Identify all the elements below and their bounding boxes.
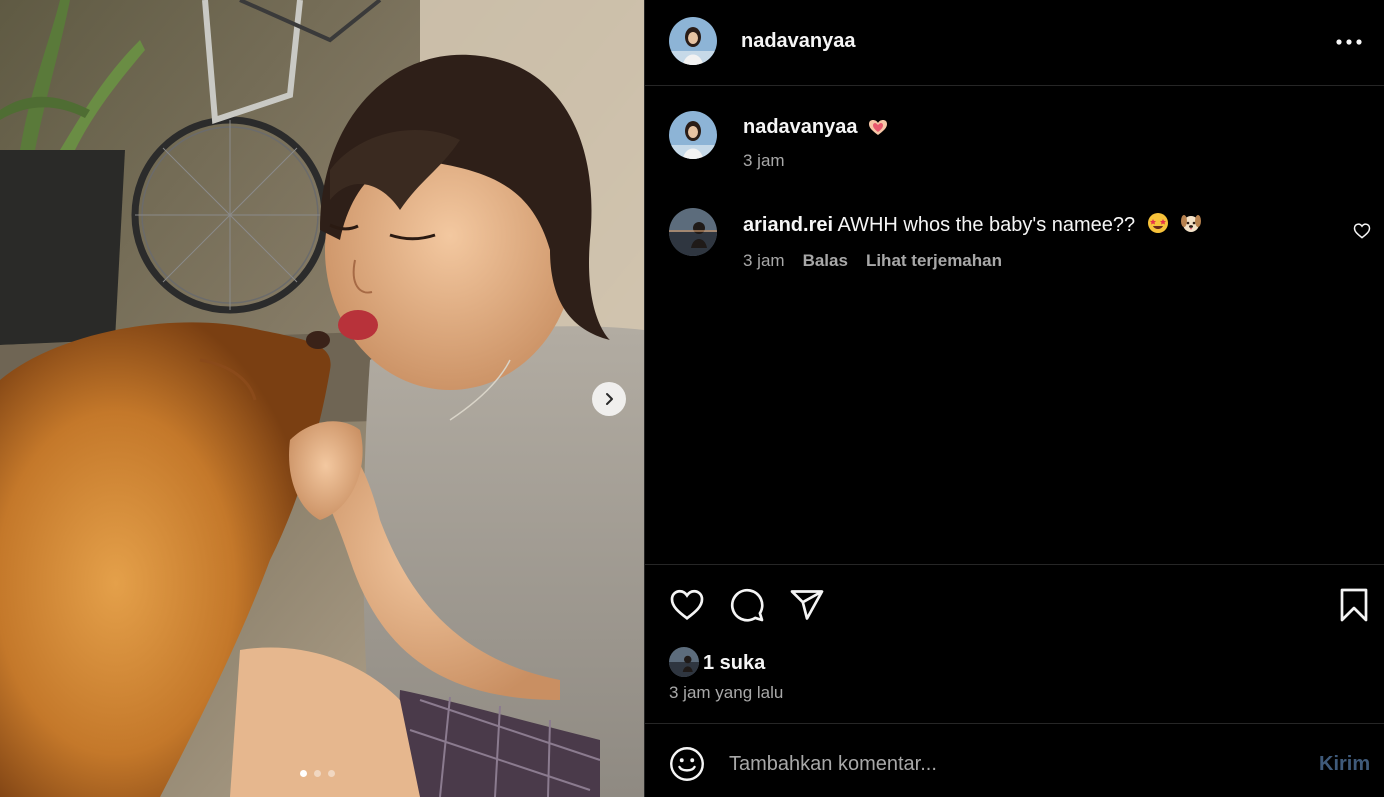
comment-time: 3 jam xyxy=(743,251,785,270)
commenter-avatar[interactable] xyxy=(669,208,717,256)
carousel-indicator xyxy=(300,770,335,777)
heart-icon xyxy=(670,589,704,620)
reply-button[interactable]: Balas xyxy=(803,251,848,271)
author-username[interactable]: nadavanyaa xyxy=(741,30,856,53)
carousel-dot xyxy=(328,770,335,777)
next-slide-button[interactable] xyxy=(592,382,626,416)
likes-count[interactable]: 1 suka xyxy=(703,652,765,675)
caption-avatar[interactable] xyxy=(669,111,717,159)
post-photo xyxy=(0,0,644,797)
like-button[interactable] xyxy=(669,587,705,626)
see-translation-button[interactable]: Lihat terjemahan xyxy=(866,251,1002,271)
send-comment-button[interactable]: Kirim xyxy=(1319,753,1370,776)
comment-text-line: ariand.rei AWHH whos the baby's namee?? xyxy=(743,212,1202,240)
carousel-dot-active xyxy=(300,770,307,777)
chevron-right-icon xyxy=(606,393,613,405)
instagram-post-viewer: nadavanyaa nadavanyaa 3 jam ariand.rei A… xyxy=(0,0,1384,797)
comment-icon xyxy=(730,588,764,622)
comment-meta: 3 jam Balas Lihat terjemahan xyxy=(743,251,1002,271)
comment-text: AWHH whos the baby's namee?? xyxy=(837,214,1136,236)
more-horizontal-icon xyxy=(1336,39,1362,45)
author-avatar[interactable] xyxy=(669,17,717,65)
send-icon xyxy=(790,590,824,620)
smiley-icon xyxy=(670,747,704,781)
star-struck-emoji xyxy=(1147,212,1169,240)
share-button[interactable] xyxy=(789,587,825,628)
comment-username[interactable]: ariand.rei xyxy=(743,214,833,236)
more-options-button[interactable] xyxy=(1329,28,1369,56)
heart-hands-emoji xyxy=(867,118,889,143)
comment-like-button[interactable] xyxy=(1353,222,1371,244)
comment-input[interactable] xyxy=(727,746,1291,782)
carousel-dot xyxy=(314,770,321,777)
save-button[interactable] xyxy=(1339,587,1369,628)
comment-button[interactable] xyxy=(729,587,765,628)
add-comment-bar: Kirim xyxy=(645,723,1384,797)
post-actions: 1 suka 3 jam yang lalu xyxy=(645,564,1384,724)
emoji-picker-button[interactable] xyxy=(669,746,705,787)
post-header: nadavanyaa xyxy=(645,0,1384,86)
heart-icon xyxy=(1353,223,1371,239)
post-side-panel: nadavanyaa nadavanyaa 3 jam ariand.rei A… xyxy=(644,0,1384,797)
liker-avatar[interactable] xyxy=(669,647,699,677)
posted-time: 3 jam yang lalu xyxy=(669,683,784,702)
caption-time: 3 jam xyxy=(743,151,785,170)
puppy-face-emoji xyxy=(1180,212,1202,240)
caption-username[interactable]: nadavanyaa xyxy=(743,116,858,139)
post-media[interactable] xyxy=(0,0,644,797)
bookmark-icon xyxy=(1340,588,1368,622)
